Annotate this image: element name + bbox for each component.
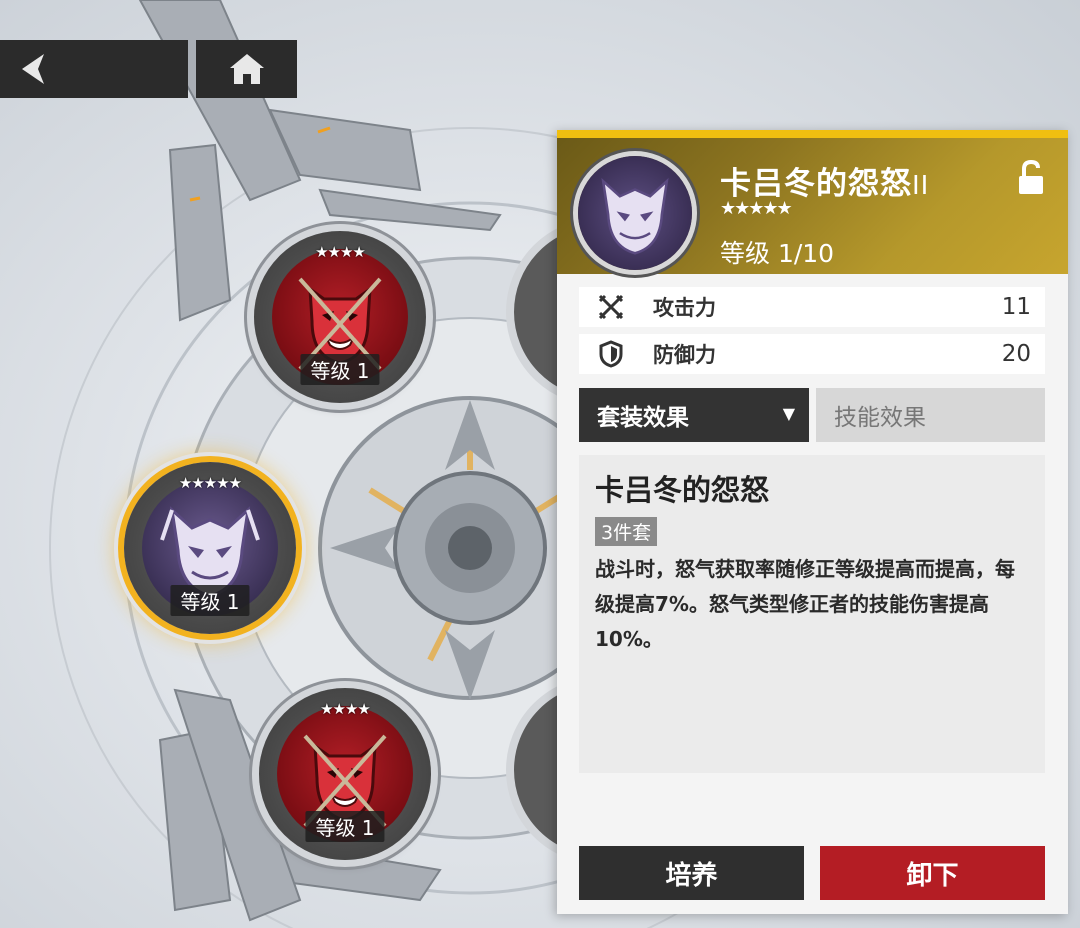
defense-icon: [595, 340, 627, 368]
stat-label: 攻击力: [653, 296, 716, 320]
mod-slot-3[interactable]: ★★★★ 等级 1: [259, 688, 431, 860]
effect-description: 战斗时，怒气获取率随修正等级提高而提高，每级提高7%。怒气类型修正者的技能伤害提…: [595, 557, 1015, 651]
mod-rarity-stars: ★★★★★: [720, 198, 793, 219]
train-button[interactable]: 培养: [579, 846, 804, 900]
stat-value: 20: [1001, 341, 1031, 367]
slot-level-label: 等级 1: [305, 811, 385, 842]
rarity-stars: ★★★★: [320, 700, 371, 718]
remove-button[interactable]: 卸下: [820, 846, 1045, 900]
dropdown-caret-icon: ▼: [782, 404, 795, 423]
tab-skill-effect[interactable]: 技能效果: [816, 388, 1045, 442]
home-button[interactable]: [196, 40, 297, 98]
mod-name: 卡吕冬的怨怒II: [720, 158, 929, 203]
set-piece-badge: 3件套: [595, 517, 658, 546]
rarity-stars: ★★★★★: [178, 474, 242, 492]
stat-row-defense: 防御力 20: [579, 334, 1045, 374]
mod-level: 等级 1/10: [720, 239, 835, 268]
mod-detail-panel: 卡吕冬的怨怒II ★★★★★ 等级 1/10 攻击力 11 防御力 20 套装效…: [557, 130, 1068, 914]
mod-tier: II: [912, 171, 930, 201]
mod-slot-1[interactable]: ★★★★ 等级 1: [254, 231, 426, 403]
stat-row-attack: 攻击力 11: [579, 287, 1045, 327]
mod-header: 卡吕冬的怨怒II ★★★★★ 等级 1/10: [557, 130, 1068, 274]
slot-level-label: 等级 1: [170, 585, 250, 616]
back-arrow-icon: [22, 54, 44, 84]
effect-description-box: 卡吕冬的怨怒 3件套 战斗时，怒气获取率随修正等级提高而提高，每级提高7%。怒气…: [579, 455, 1045, 773]
mod-portrait: [578, 156, 692, 270]
home-icon: [229, 54, 264, 84]
mod-slot-2-selected[interactable]: ★★★★★ 等级 1: [124, 462, 296, 634]
effect-title: 卡吕冬的怨怒: [595, 473, 770, 507]
unlocked-padlock-icon[interactable]: [1016, 160, 1046, 196]
tab-label: 技能效果: [834, 405, 926, 431]
attack-icon: [595, 293, 627, 321]
stat-value: 11: [1001, 294, 1031, 320]
back-button[interactable]: [0, 40, 188, 98]
rarity-stars: ★★★★: [315, 243, 366, 261]
mod-name-text: 卡吕冬的怨怒: [720, 166, 912, 202]
tab-set-effect[interactable]: 套装效果 ▼: [579, 388, 809, 442]
stat-label: 防御力: [653, 343, 716, 367]
tab-label: 套装效果: [597, 405, 689, 431]
slot-level-label: 等级 1: [300, 354, 380, 385]
dragon-mask-icon: [601, 177, 669, 255]
